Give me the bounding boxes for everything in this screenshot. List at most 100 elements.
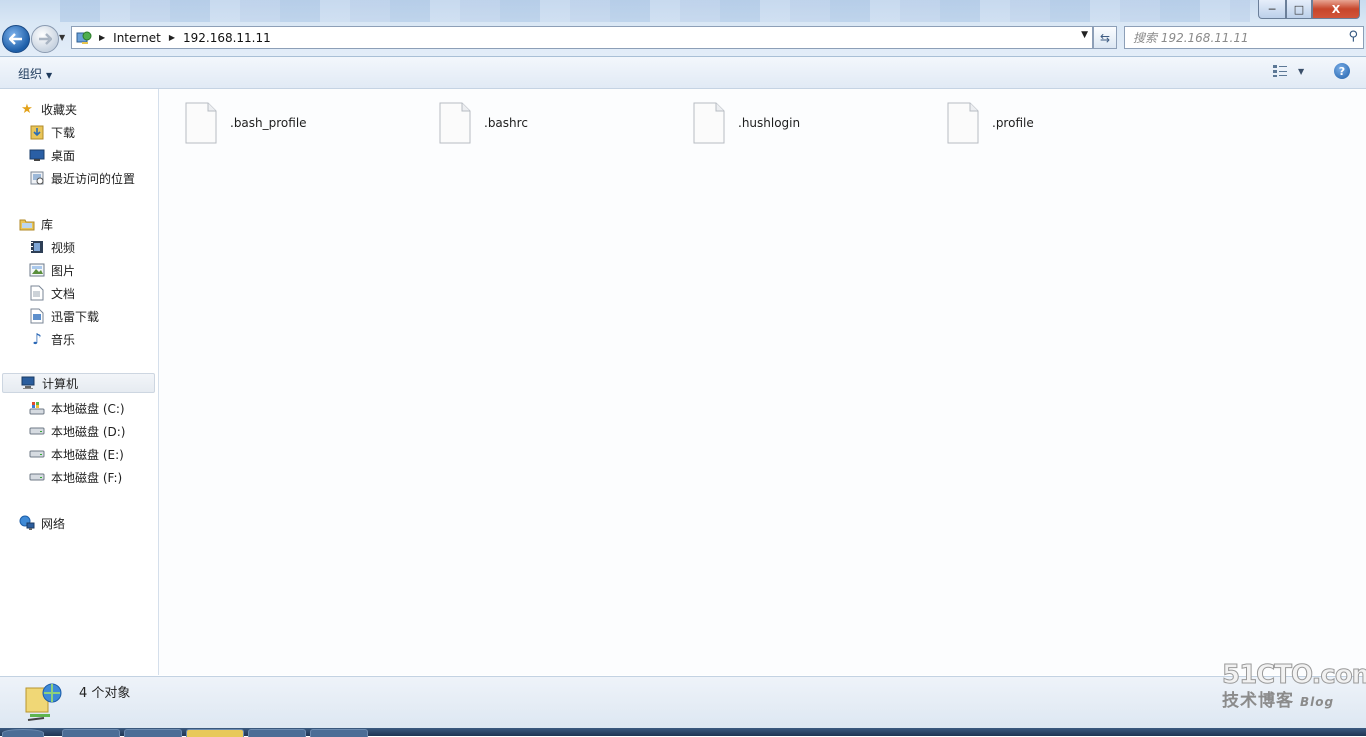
watermark-blog-en: Blog	[1300, 695, 1335, 709]
sidebar-item-network[interactable]: 网络	[19, 513, 65, 533]
internet-globe-icon	[75, 30, 93, 46]
sidebar-item-label: 本地磁盘 (F:)	[51, 470, 123, 485]
address-bar[interactable]: ▶ Internet ▶ 192.168.11.11 ▼	[71, 26, 1093, 49]
library-icon	[19, 216, 35, 232]
breadcrumb-item-host[interactable]: 192.168.11.11	[183, 31, 271, 45]
close-button[interactable]: X	[1312, 0, 1360, 19]
sidebar-item-label: 下载	[51, 125, 76, 140]
star-icon: ★	[21, 101, 33, 117]
sidebar-item-label: 最近访问的位置	[51, 171, 136, 186]
sidebar-item-label: 图片	[51, 263, 76, 278]
drive-icon	[29, 469, 45, 485]
back-arrow-icon	[9, 33, 22, 45]
site-watermark: 51CTO.com 技术博客 Blog	[1222, 660, 1366, 720]
system-drive-icon	[29, 400, 45, 416]
forward-arrow-icon	[39, 33, 52, 45]
video-icon	[29, 239, 45, 255]
details-pane: 4 个对象	[0, 676, 1366, 729]
file-name: .hushlogin	[738, 116, 801, 130]
sidebar-item-label: 音乐	[51, 332, 76, 347]
sidebar-item-label: 库	[41, 217, 54, 232]
file-name: .profile	[992, 116, 1034, 130]
picture-icon	[29, 262, 45, 278]
breadcrumb-separator-icon[interactable]: ▶	[169, 33, 175, 42]
breadcrumb: ▶ Internet ▶ 192.168.11.11	[99, 31, 271, 45]
window-controls: ─ □ X	[1258, 0, 1360, 19]
file-item[interactable]: .bash_profile	[185, 101, 307, 145]
thunder-download-icon	[29, 308, 45, 324]
sidebar-item-label: 计算机	[42, 376, 79, 391]
organize-label: 组织	[18, 67, 43, 81]
sidebar-item-computer[interactable]: 计算机	[2, 373, 155, 393]
sidebar-item-desktop[interactable]: 桌面	[29, 145, 75, 165]
background-taskbar-blur	[60, 0, 1250, 22]
sidebar-item-label: 本地磁盘 (C:)	[51, 401, 125, 416]
sidebar-item-drive-f[interactable]: 本地磁盘 (F:)	[29, 467, 122, 487]
network-location-icon	[22, 680, 66, 724]
sidebar-item-label: 收藏夹	[41, 102, 78, 117]
breadcrumb-separator-icon[interactable]: ▶	[99, 33, 105, 42]
sidebar-item-downloads[interactable]: 下载	[29, 122, 75, 142]
sidebar-item-drive-d[interactable]: 本地磁盘 (D:)	[29, 421, 125, 441]
drive-icon	[29, 446, 45, 462]
file-name: .bashrc	[484, 116, 528, 130]
sidebar-item-favorites[interactable]: ★ 收藏夹	[19, 99, 77, 119]
download-folder-icon	[29, 124, 45, 140]
command-bar: 组织 ▼ ▼	[0, 57, 1366, 89]
sidebar-item-documents[interactable]: 文档	[29, 283, 75, 303]
help-button[interactable]: ?	[1334, 63, 1350, 79]
help-icon: ?	[1338, 64, 1346, 78]
chevron-down-icon: ▼	[1298, 66, 1305, 76]
computer-icon	[20, 375, 36, 391]
sidebar-item-label: 网络	[41, 516, 66, 531]
desktop-icon	[29, 147, 45, 163]
file-item[interactable]: .bashrc	[439, 101, 528, 145]
sidebar-item-videos[interactable]: 视频	[29, 237, 75, 257]
view-options-icon	[1273, 65, 1287, 77]
sidebar-item-drive-c[interactable]: 本地磁盘 (C:)	[29, 398, 125, 418]
minimize-button[interactable]: ─	[1258, 0, 1286, 19]
maximize-button[interactable]: □	[1286, 0, 1312, 19]
refresh-button[interactable]: ⇆	[1093, 26, 1117, 49]
item-count: 4 个对象	[79, 686, 131, 701]
sidebar-item-label: 本地磁盘 (E:)	[51, 447, 124, 462]
sidebar-item-drive-e[interactable]: 本地磁盘 (E:)	[29, 444, 124, 464]
recent-pages-dropdown[interactable]: ▼	[59, 33, 65, 42]
file-icon	[439, 102, 471, 144]
back-button[interactable]	[2, 25, 30, 53]
organize-button[interactable]: 组织 ▼	[18, 65, 52, 82]
sidebar-item-music[interactable]: ♪ 音乐	[29, 329, 75, 349]
search-placeholder: 搜索 192.168.11.11	[1133, 31, 1249, 45]
file-icon	[947, 102, 979, 144]
chevron-down-icon: ▼	[46, 71, 53, 80]
network-icon	[19, 515, 35, 531]
sidebar-item-label: 桌面	[51, 148, 76, 163]
file-list: .bash_profile .bashrc .hushlogin .profil…	[159, 89, 1366, 675]
refresh-icon: ⇆	[1099, 30, 1111, 45]
sidebar-item-label: 视频	[51, 240, 76, 255]
change-view-button[interactable]: ▼	[1272, 64, 1304, 78]
file-item[interactable]: .profile	[947, 101, 1034, 145]
file-icon	[185, 102, 217, 144]
sidebar-item-label: 本地磁盘 (D:)	[51, 424, 126, 439]
address-dropdown-icon[interactable]: ▼	[1081, 30, 1088, 40]
file-name: .bash_profile	[230, 116, 307, 130]
document-icon	[29, 285, 45, 301]
navigation-pane: ★ 收藏夹 下载 桌面 最近访问的位置 库 视频 图片 文档 迅雷下载 ♪ 音乐…	[0, 89, 159, 675]
file-item[interactable]: .hushlogin	[693, 101, 800, 145]
search-input[interactable]: 搜索 192.168.11.11 ⚲	[1124, 26, 1364, 49]
forward-button[interactable]	[31, 25, 59, 53]
sidebar-item-label: 迅雷下载	[51, 309, 100, 324]
drive-icon	[29, 423, 45, 439]
sidebar-item-thunder-downloads[interactable]: 迅雷下载	[29, 306, 99, 326]
watermark-blog-cn: 技术博客	[1222, 691, 1294, 711]
music-icon: ♪	[32, 330, 42, 348]
search-icon[interactable]: ⚲	[1348, 29, 1358, 44]
file-icon	[693, 102, 725, 144]
recent-places-icon	[29, 170, 45, 186]
sidebar-item-recent-places[interactable]: 最近访问的位置	[29, 168, 135, 188]
sidebar-item-pictures[interactable]: 图片	[29, 260, 75, 280]
breadcrumb-item-internet[interactable]: Internet	[113, 31, 161, 45]
sidebar-item-libraries[interactable]: 库	[19, 214, 53, 234]
sidebar-item-label: 文档	[51, 286, 76, 301]
